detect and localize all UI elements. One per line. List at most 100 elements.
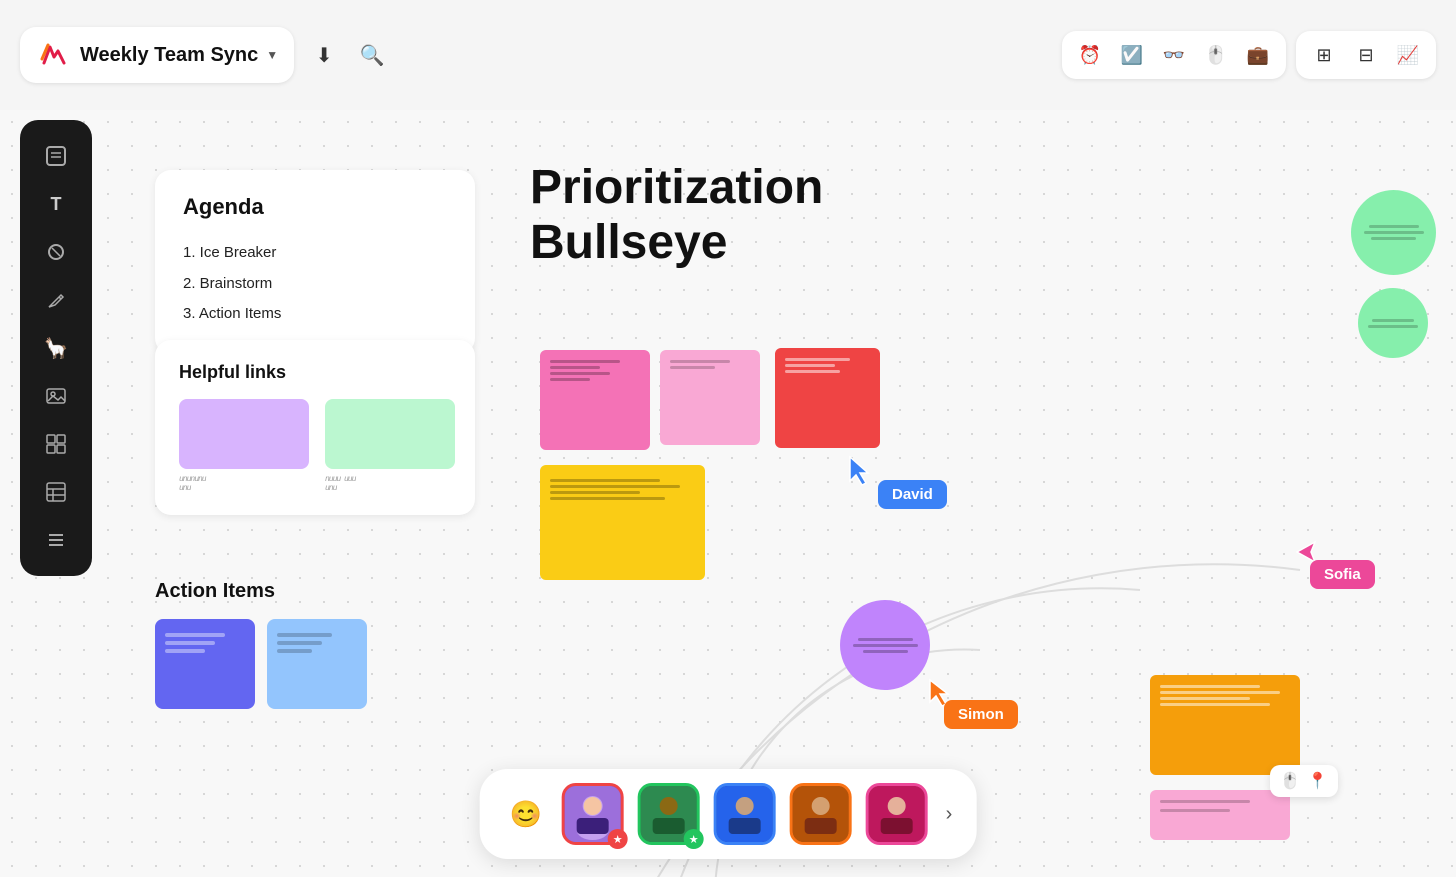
title-dropdown-icon[interactable]: ▼: [266, 48, 278, 62]
sidebar-item-shapes[interactable]: [34, 230, 78, 274]
avatar-img-4: [790, 783, 852, 845]
sticky-red[interactable]: [775, 348, 880, 448]
toolbar-right: ⏰ ☑️ 👓 🖱️ 💼 ⊞ ⊟ 📈: [1062, 31, 1436, 79]
link-item-1[interactable]: unununuunu: [179, 399, 309, 493]
action-items-title: Action Items: [155, 580, 367, 603]
bullseye-title-text: PrioritizationBullseye: [530, 160, 823, 270]
sticky-line: [550, 360, 620, 363]
sticky-yellow[interactable]: [540, 465, 705, 580]
mini-toolbar-location[interactable]: 📍: [1308, 771, 1328, 791]
helpful-links-title: Helpful links: [179, 362, 451, 383]
cursor-button[interactable]: 🖱️: [1200, 39, 1232, 71]
action-line: [277, 633, 332, 637]
action-items-section: Action Items: [155, 580, 367, 709]
bag-button[interactable]: 💼: [1242, 39, 1274, 71]
link-label-2: nuuu uuuunu: [325, 475, 455, 493]
circle-line: [858, 638, 913, 641]
toolbar-group-2: ⊞ ⊟ 📈: [1296, 31, 1436, 79]
sidebar: T 🦙: [20, 120, 92, 576]
link-thumb-1: [179, 399, 309, 469]
mini-toolbar: 🖱️ 📍: [1270, 765, 1338, 797]
sticky-line: [785, 364, 835, 367]
view-button[interactable]: 👓: [1158, 39, 1190, 71]
avatar-1[interactable]: ★: [562, 783, 624, 845]
david-name: David: [892, 486, 933, 503]
sidebar-item-pen[interactable]: [34, 278, 78, 322]
sidebar-item-grid[interactable]: [34, 422, 78, 466]
sticky-pink-1[interactable]: [540, 350, 650, 450]
action-line: [165, 641, 215, 645]
toolbar-group-1: ⏰ ☑️ 👓 🖱️ 💼: [1062, 31, 1286, 79]
minus-button[interactable]: ⊟: [1350, 39, 1382, 71]
circle-line: [1371, 237, 1416, 240]
sticky-line: [1160, 685, 1260, 688]
page-title: Weekly Team Sync: [80, 44, 258, 67]
agenda-item-1: 1. Ice Breaker: [183, 238, 447, 269]
sticky-line: [550, 366, 600, 369]
avatar-2[interactable]: ★: [638, 783, 700, 845]
purple-circle[interactable]: [840, 600, 930, 690]
sticky-line: [1160, 697, 1250, 700]
sticky-line: [550, 372, 610, 375]
link-item-2[interactable]: nuuu uuuunu: [325, 399, 455, 493]
logo-icon: [36, 37, 72, 73]
mini-toolbar-cursor[interactable]: 🖱️: [1280, 771, 1300, 791]
avatar-img-5: [866, 783, 928, 845]
sidebar-item-list[interactable]: [34, 518, 78, 562]
sidebar-item-sticky[interactable]: [34, 134, 78, 178]
sidebar-item-text[interactable]: T: [34, 182, 78, 226]
checklist-button[interactable]: ☑️: [1116, 39, 1148, 71]
circle-line: [863, 650, 908, 653]
title-bar: Weekly Team Sync ▼: [20, 27, 294, 83]
link-thumb-2: [325, 399, 455, 469]
sticky-line: [1160, 809, 1230, 812]
sticky-line: [550, 479, 660, 482]
avatar-2-star: ★: [684, 829, 704, 849]
action-lines-2: [277, 633, 332, 653]
sidebar-item-image[interactable]: [34, 374, 78, 418]
download-button[interactable]: ⬇: [306, 37, 342, 73]
sticky-orange[interactable]: [1150, 675, 1300, 775]
green-circle-small[interactable]: [1358, 288, 1428, 358]
circle-line: [1368, 325, 1418, 328]
sticky-line: [550, 485, 680, 488]
sticky-pink-small[interactable]: [1150, 790, 1290, 840]
action-line: [165, 649, 205, 653]
action-line: [277, 641, 322, 645]
sidebar-item-table[interactable]: [34, 470, 78, 514]
circle-line: [1372, 319, 1414, 322]
avatar-1-star: ★: [608, 829, 628, 849]
avatar-bar: 😊 ★ ★: [480, 769, 977, 859]
sticky-line: [550, 491, 640, 494]
green-circle-large[interactable]: [1351, 190, 1436, 275]
sticky-line: [785, 358, 850, 361]
david-cursor-arrow: [846, 455, 874, 492]
action-card-2: [267, 619, 367, 709]
avatar-3[interactable]: [714, 783, 776, 845]
simon-label: Simon: [944, 700, 1018, 729]
timer-button[interactable]: ⏰: [1074, 39, 1106, 71]
layout-button[interactable]: ⊞: [1308, 39, 1340, 71]
avatar-more-button[interactable]: ›: [946, 803, 953, 826]
avatar-5[interactable]: [866, 783, 928, 845]
agenda-card: Agenda 1. Ice Breaker 2. Brainstorm 3. A…: [155, 170, 475, 354]
search-button[interactable]: 🔍: [354, 37, 390, 73]
chart-button[interactable]: 📈: [1392, 39, 1424, 71]
helpful-links-card: Helpful links unununuunu nuuu uuuunu: [155, 340, 475, 515]
action-card-1: [155, 619, 255, 709]
agenda-title: Agenda: [183, 194, 447, 220]
canvas[interactable]: Agenda 1. Ice Breaker 2. Brainstorm 3. A…: [0, 110, 1456, 877]
action-lines-1: [165, 633, 225, 653]
sticky-pink-2[interactable]: [660, 350, 760, 445]
sofia-label: Sofia: [1310, 560, 1375, 589]
sidebar-item-ai[interactable]: 🦙: [34, 326, 78, 370]
links-grid: unununuunu nuuu uuuunu: [179, 399, 451, 493]
avatar-4[interactable]: [790, 783, 852, 845]
action-line: [165, 633, 225, 637]
emoji-button[interactable]: 😊: [504, 792, 548, 836]
sticky-line: [550, 378, 590, 381]
sticky-line: [1160, 800, 1250, 803]
action-cards-row: [155, 619, 367, 709]
simon-name: Simon: [958, 706, 1004, 723]
link-label-1: unununuunu: [179, 475, 309, 493]
